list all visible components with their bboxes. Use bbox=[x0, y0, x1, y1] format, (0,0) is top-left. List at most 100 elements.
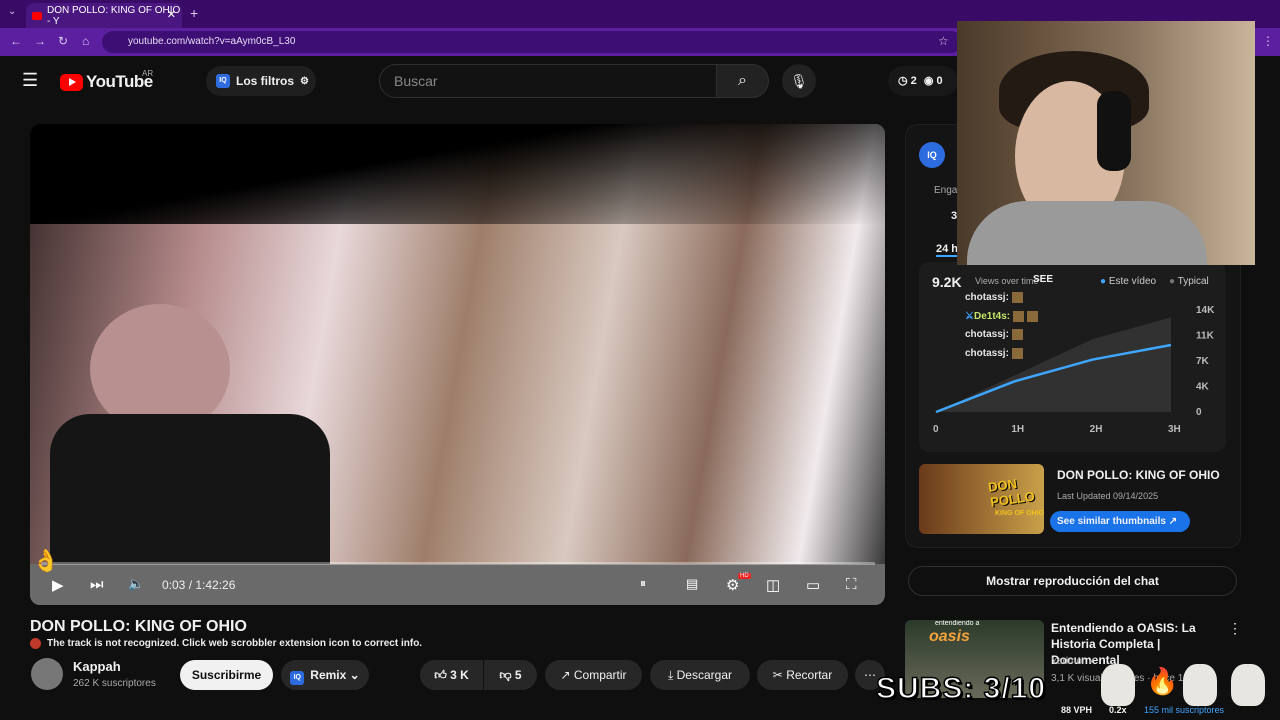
chevron-down-icon: ⌄ bbox=[349, 668, 360, 682]
settings-gear-icon[interactable]: ⚙ bbox=[726, 576, 739, 594]
chat-message: chotassj: bbox=[965, 348, 1023, 359]
sword-icon: ⚔ bbox=[965, 311, 974, 323]
download-button[interactable]: ⤓ Descargar bbox=[650, 660, 750, 690]
ratio-stat: 0.2x bbox=[1109, 705, 1127, 715]
like-count: 3 K bbox=[450, 668, 469, 682]
subs-goal-overlay: SUBS: 3/10 bbox=[875, 671, 1047, 706]
voice-search-button[interactable]: 🎙 bbox=[782, 64, 816, 98]
filters-button[interactable]: IQ Los filtros ⚙ bbox=[206, 66, 316, 96]
channel-name[interactable]: Kappah bbox=[73, 659, 121, 674]
miniplayer-icon[interactable]: ◫ bbox=[766, 576, 780, 594]
iq-remix-icon: IQ bbox=[290, 671, 305, 685]
hand-emoji-icon: 👌 bbox=[32, 548, 60, 573]
x-tick-label: 0 bbox=[933, 424, 939, 435]
channel-avatar[interactable] bbox=[31, 658, 63, 690]
y-tick-label: 0 bbox=[1196, 407, 1202, 418]
video-progress-bar[interactable] bbox=[40, 562, 875, 565]
bookmark-star-icon[interactable]: ☆ bbox=[938, 34, 949, 48]
download-icon: ⤓ bbox=[667, 668, 674, 682]
search-input[interactable]: Buscar bbox=[379, 64, 717, 98]
forward-icon[interactable]: → bbox=[34, 34, 46, 48]
dislike-button[interactable]: 👎︎ 5 bbox=[484, 660, 537, 690]
rec-thumb-text: oasis bbox=[929, 628, 970, 645]
clip-label: Recortar bbox=[786, 668, 833, 682]
similar-thumbnails-button[interactable]: See similar thumbnails ↗ bbox=[1050, 511, 1190, 532]
rec-thumb-top: entendiendo a bbox=[935, 620, 980, 627]
emote-icon bbox=[1011, 329, 1023, 340]
filters-label: Los filtros bbox=[236, 74, 295, 88]
video-title: DON POLLO: KING OF OHIO bbox=[30, 618, 247, 635]
scrobbler-notice[interactable]: The track is not recognized. Click web s… bbox=[30, 638, 422, 649]
share-label: Compartir bbox=[573, 668, 627, 682]
tab-list-chevron-icon[interactable]: ⌄ bbox=[8, 6, 16, 17]
tab-24h[interactable]: 24 h bbox=[936, 243, 959, 257]
clock-icon: ◷ bbox=[898, 75, 908, 87]
video-player[interactable] bbox=[30, 124, 885, 605]
youtube-favicon-icon bbox=[32, 11, 42, 20]
thumbnail-art-title: DON POLLO bbox=[987, 475, 1036, 510]
chat-message: chotassj: bbox=[965, 292, 1023, 303]
scrobbler-icon bbox=[30, 638, 41, 649]
chat-message: chotassj: bbox=[965, 329, 1023, 340]
next-icon[interactable]: ⏭ bbox=[90, 576, 104, 593]
eye-icon: ◉ bbox=[923, 75, 934, 87]
share-icon: ↗ bbox=[560, 668, 571, 682]
y-tick-label: 4K bbox=[1196, 382, 1210, 393]
subscribe-button[interactable]: Suscribirme bbox=[180, 660, 273, 690]
youtube-play-logo-icon bbox=[60, 73, 83, 91]
recommended-more-icon[interactable]: ⋮ bbox=[1228, 620, 1242, 637]
fullscreen-icon[interactable]: ⛶ bbox=[846, 576, 857, 593]
chat-message: ⚔De1t4s: bbox=[965, 311, 1039, 323]
like-button[interactable]: 👍︎ 3 K bbox=[420, 660, 483, 690]
thumbs-up-icon: 👍︎ bbox=[434, 668, 447, 682]
subtitles-icon[interactable]: ▤ bbox=[686, 576, 698, 592]
extensions-menu-icon[interactable]: ⋮ bbox=[1262, 34, 1274, 48]
youtube-logo[interactable]: YouTube AR bbox=[60, 69, 154, 92]
video-time: 0:03 / 1:42:26 bbox=[162, 578, 236, 592]
thumbnail-preview[interactable]: DON POLLO KING OF OHIO bbox=[919, 464, 1044, 534]
iq-logo-icon: IQ bbox=[216, 74, 230, 88]
country-code: AR bbox=[142, 69, 154, 78]
history-stats-pill[interactable]: ◷ 2 ◉ 0 bbox=[888, 66, 958, 96]
back-icon[interactable]: ← bbox=[10, 34, 22, 48]
views-count: 0 bbox=[936, 75, 943, 87]
channel-subscribers: 262 K suscriptores bbox=[73, 678, 156, 689]
search-icon: ⌕ bbox=[738, 72, 747, 89]
hamburger-menu-icon[interactable]: ☰ bbox=[22, 70, 38, 91]
new-tab-icon[interactable]: + bbox=[190, 5, 198, 21]
thumbnail-updated: Last Updated 09/14/2025 bbox=[1057, 491, 1159, 501]
play-icon[interactable]: ▶ bbox=[52, 576, 64, 594]
recommended-channel[interactable]: Yadmor ✔ bbox=[1051, 656, 1096, 667]
remix-button[interactable]: IQ Remix ⌄ bbox=[281, 660, 369, 690]
vph-stat: 88 VPH bbox=[1061, 705, 1093, 715]
microphone-icon: 🎙 bbox=[790, 73, 808, 89]
volume-icon[interactable]: 🔈 bbox=[128, 576, 144, 592]
autoplay-toggle[interactable]: ⏸ bbox=[640, 576, 646, 591]
y-tick-label: 7K bbox=[1196, 356, 1210, 367]
hd-badge: HD bbox=[738, 573, 751, 579]
webcam-shirt bbox=[967, 201, 1207, 265]
url-text: youtube.com/watch?v=aAym0cB_L30 bbox=[128, 36, 296, 47]
close-tab-icon[interactable]: ✕ bbox=[167, 8, 176, 21]
webcam-overlay bbox=[957, 21, 1255, 265]
history-count: 2 bbox=[910, 75, 917, 87]
video-frame-shadow bbox=[30, 124, 885, 224]
subs-count-stat: 155 mil suscriptores bbox=[1144, 705, 1225, 715]
engagement-label: Enga bbox=[934, 185, 958, 196]
video-table bbox=[30, 564, 885, 605]
reload-icon[interactable]: ↻ bbox=[58, 34, 68, 48]
browser-tab[interactable]: DON POLLO: KING OF OHIO - Y ✕ bbox=[26, 3, 182, 28]
iq-panel-logo-icon: IQ bbox=[919, 142, 945, 168]
fire-icon: 🔥 bbox=[1146, 666, 1179, 696]
home-icon[interactable]: ⌂ bbox=[82, 34, 89, 48]
search-button[interactable]: ⌕ bbox=[716, 64, 769, 98]
y-tick-label: 14K bbox=[1196, 305, 1215, 316]
scrobbler-text: The track is not recognized. Click web s… bbox=[47, 638, 423, 649]
url-field[interactable]: youtube.com/watch?v=aAym0cB_L30 bbox=[102, 31, 962, 53]
share-button[interactable]: ↗ Compartir bbox=[545, 660, 642, 690]
theater-mode-icon[interactable]: ▭ bbox=[806, 576, 820, 594]
show-chat-replay-button[interactable]: Mostrar reproducción del chat bbox=[908, 566, 1237, 596]
remix-label: Remix bbox=[310, 668, 347, 682]
similar-thumbnails-label: See similar thumbnails bbox=[1057, 516, 1166, 527]
clip-button[interactable]: ✂ Recortar bbox=[757, 660, 848, 690]
